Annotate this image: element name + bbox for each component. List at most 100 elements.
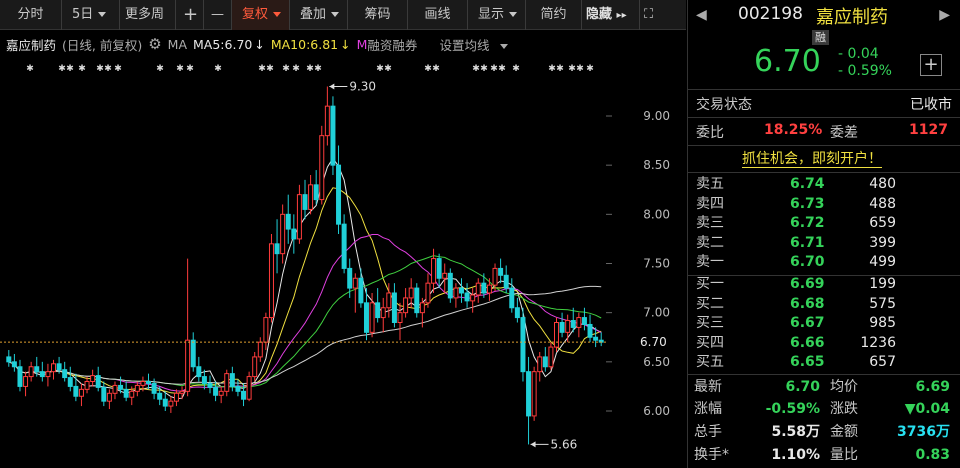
prev-stock-icon[interactable]: ◀: [696, 7, 707, 23]
candle-body: [112, 384, 118, 394]
candle-body: [134, 384, 140, 392]
candle-body: [263, 317, 269, 343]
candle-body: [123, 388, 129, 398]
candle-body: [531, 371, 537, 417]
bid-row[interactable]: 买四 6.66 1236: [696, 334, 954, 353]
ma-settings-dropdown[interactable]: 设置均线: [439, 35, 514, 54]
candle-body: [319, 135, 325, 201]
weicha-value: 1127: [909, 122, 948, 138]
bid-row[interactable]: 买二 6.68 575: [696, 295, 954, 314]
candle-body: [140, 381, 146, 386]
candle-body: [302, 194, 308, 210]
event-flag-icon: ✱: [314, 64, 322, 74]
candle-body: [559, 322, 565, 333]
latest-label: 最新: [694, 379, 722, 395]
tab-fenshi[interactable]: 分时: [0, 0, 62, 30]
tab-more-period[interactable]: 更多周: [120, 0, 176, 30]
overlay-dropdown[interactable]: 叠加: [290, 0, 348, 30]
draw-line-button[interactable]: 画线: [408, 0, 468, 30]
tab-5day[interactable]: 5日: [62, 0, 120, 30]
quote-panel: ◀ 002198 嘉应制药 ▶ 融 6.70 - 0.04 - 0.59% + …: [687, 0, 960, 468]
candle-body: [570, 320, 576, 328]
candle-body: [39, 371, 45, 378]
extreme-arrow-head: [530, 441, 536, 448]
event-flag-icon: ✱: [66, 64, 74, 74]
candle-body: [581, 317, 587, 325]
bid-row[interactable]: 买一 6.69 199: [696, 275, 954, 294]
candle-body: [481, 282, 487, 294]
candle-body: [369, 302, 375, 333]
event-flag-icon: ✱: [58, 64, 66, 74]
ask-row[interactable]: 卖五 6.74 480: [696, 175, 954, 194]
candle-body: [386, 292, 392, 309]
ask-volume: 499: [869, 254, 896, 271]
candle-body: [397, 312, 403, 323]
candle-body: [129, 390, 135, 398]
stats-row-turnover: 换手* 1.10% 量比 0.83: [694, 445, 956, 466]
candle-body: [341, 223, 347, 269]
candle-body: [101, 386, 107, 402]
ask-row[interactable]: 卖二 6.71 399: [696, 234, 954, 253]
ma20-line: [8, 234, 602, 392]
fullscreen-button[interactable]: ⛶: [640, 0, 666, 30]
kline-chart-svg[interactable]: ✱ ✱ ✱ ✱ ✱ ✱ ✱ ✱ ✱ ✱ ✱ ✱ ✱ ✱ ✱ ✱ ✱ ✱ ✱ ✱ ✱ ✱ ✱ ✱ ✱ ✱ ✱ ✱ ✱ ✱ ✱9.008.508…: [0, 56, 686, 468]
trade-status-label: 交易状态: [696, 97, 752, 113]
event-flag-icon: ✱: [568, 64, 576, 74]
hide-panel-button[interactable]: 隐藏 ▸▸: [582, 0, 640, 30]
ma30-line: [8, 255, 602, 388]
add-watchlist-button[interactable]: +: [920, 54, 942, 76]
tab-5day-label: 5日: [72, 7, 94, 22]
zoom-in-button[interactable]: +: [176, 0, 204, 30]
candle-body: [419, 302, 425, 314]
candle-body: [257, 341, 263, 358]
bid-volume: 985: [869, 315, 896, 332]
ask-row[interactable]: 卖一 6.70 499: [696, 253, 954, 272]
amount-label: 金额: [830, 424, 858, 440]
ask-row[interactable]: 卖三 6.72 659: [696, 214, 954, 233]
zoom-out-button[interactable]: —: [204, 0, 232, 30]
event-flag-icon: ✱: [480, 64, 488, 74]
price-change-pct: - 0.59%: [838, 63, 892, 79]
amount-value: 3736万: [897, 424, 950, 440]
simple-mode-button[interactable]: 简约: [526, 0, 582, 30]
chevron-down-icon: [509, 12, 518, 17]
ask-level-label: 卖五: [696, 176, 724, 192]
event-flag-icon: ✱: [104, 64, 112, 74]
chip-button[interactable]: 筹码: [348, 0, 408, 30]
event-flag-icon: ✱: [432, 64, 440, 74]
y-tick-label: 8.00: [643, 207, 670, 221]
event-flag-icon: ✱: [78, 64, 86, 74]
bid-level-label: 买二: [696, 295, 724, 312]
avg-value: 6.69: [915, 379, 950, 395]
event-flag-icon: ✱: [96, 64, 104, 74]
ask-row[interactable]: 卖四 6.73 488: [696, 195, 954, 214]
ask-price: 6.70: [790, 254, 825, 271]
event-flag-icon: ✱: [586, 64, 594, 74]
volume-value: 5.58万: [771, 424, 820, 440]
candle-body: [168, 400, 174, 407]
event-flag-icon: ✱: [498, 64, 506, 74]
open-account-link[interactable]: 抓住机会，即刻开户！: [742, 151, 882, 168]
stock-name-label: 嘉应制药: [6, 37, 57, 53]
bid-row[interactable]: 买五 6.65 657: [696, 353, 954, 372]
fuquan-dropdown[interactable]: 复权: [232, 0, 290, 30]
candle-body: [509, 287, 515, 309]
bid-price: 6.69: [790, 276, 825, 292]
event-flag-icon: ✱: [512, 64, 520, 74]
next-stock-icon[interactable]: ▶: [939, 7, 950, 23]
candle-body: [308, 184, 314, 210]
avg-label: 均价: [830, 379, 858, 395]
chg-label: 涨跌: [830, 401, 858, 417]
bid-volume: 575: [869, 295, 896, 312]
display-dropdown[interactable]: 显示: [468, 0, 526, 30]
gear-icon[interactable]: ⚙: [148, 35, 161, 53]
kline-chart[interactable]: ✱ ✱ ✱ ✱ ✱ ✱ ✱ ✱ ✱ ✱ ✱ ✱ ✱ ✱ ✱ ✱ ✱ ✱ ✱ ✱ ✱ ✱ ✱ ✱ ✱ ✱ ✱ ✱ ✱ ✱ ✱ 9.00 8.50 8…: [0, 56, 686, 468]
turnover-label: 换手*: [694, 447, 729, 463]
margin-trading-label[interactable]: 融资融券: [367, 35, 417, 54]
divider: [688, 172, 960, 173]
margin-badge: 融: [812, 30, 829, 45]
extreme-arrow-head: [329, 83, 335, 90]
bid-row[interactable]: 买三 6.67 985: [696, 314, 954, 333]
candle-body: [447, 272, 453, 299]
candle-body: [106, 392, 112, 402]
